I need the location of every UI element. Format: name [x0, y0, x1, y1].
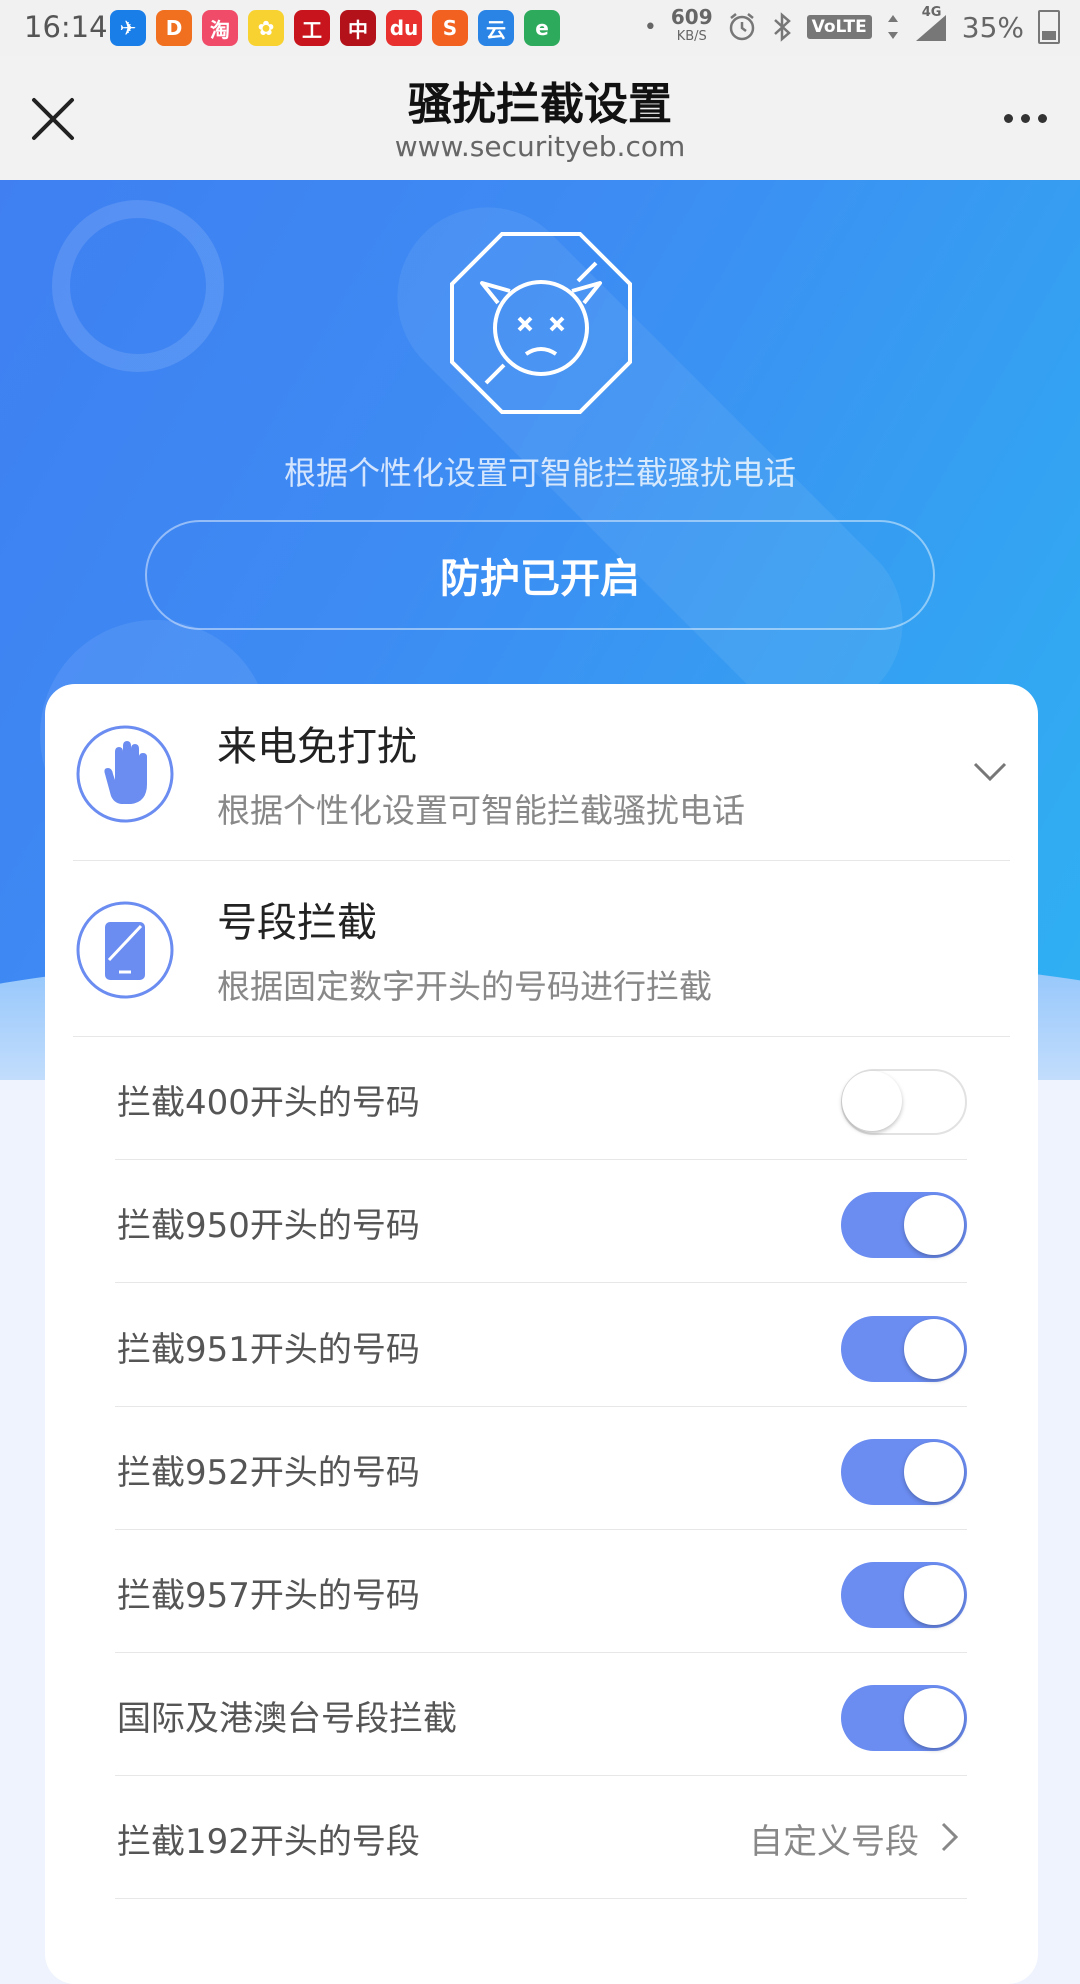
row-label: 拦截952开头的号码: [117, 1453, 420, 1493]
volte-badge: VoLTE: [806, 15, 872, 39]
status-time: 16:14: [24, 10, 108, 44]
row-label: 国际及港澳台号段拦截: [117, 1699, 457, 1739]
toggle-knob: [904, 1319, 964, 1379]
hero-description: 根据个性化设置可智能拦截骚扰电话: [283, 454, 796, 492]
network-type: 4G: [921, 5, 942, 20]
phone-block-icon: [76, 901, 174, 999]
custom-prefix-link: 自定义号段: [749, 1822, 919, 1862]
cloud-app-icon: 云: [478, 10, 514, 46]
toggle-switch[interactable]: [841, 1069, 967, 1135]
page-url: www.securityeb.com: [394, 130, 686, 163]
toggle-switch[interactable]: [841, 1316, 967, 1382]
page-title: 骚扰拦截设置: [408, 79, 672, 130]
section-description: 根据个性化设置可智能拦截骚扰电话: [217, 791, 745, 830]
data-arrows-icon: [887, 15, 898, 39]
stop-hand-icon: [76, 725, 174, 823]
toggle-switch[interactable]: [841, 1439, 967, 1505]
icbc-icon: 工: [294, 10, 330, 46]
more-button[interactable]: [990, 96, 1060, 140]
rabbit-app-icon: ✿: [248, 10, 284, 46]
net-speed-unit: KB/S: [676, 29, 707, 44]
title-bar: 骚扰拦截设置 www.securityeb.com: [0, 56, 1080, 180]
toggle-knob: [904, 1442, 964, 1502]
toggle-knob: [842, 1071, 902, 1131]
row-label: 拦截192开头的号段: [117, 1822, 420, 1862]
section-dnd[interactable]: 来电免打扰 根据个性化设置可智能拦截骚扰电话: [73, 684, 1010, 861]
toggle-switch[interactable]: [841, 1562, 967, 1628]
toggle-switch[interactable]: [841, 1192, 967, 1258]
chevron-down-icon[interactable]: [970, 754, 1010, 790]
status-right: • 609 KB/S VoLTE 4G 35%: [643, 5, 1060, 46]
section-title: 来电免打扰: [217, 724, 417, 770]
more-icon-dot: [1003, 113, 1013, 123]
section-prefix-block: 号段拦截 根据固定数字开头的号码进行拦截: [73, 860, 1010, 1037]
chevron-right-icon: [941, 1822, 959, 1852]
toggle-switch[interactable]: [841, 1685, 967, 1751]
toggle-knob: [904, 1195, 964, 1255]
toggle-knob: [904, 1688, 964, 1748]
toggle-knob: [904, 1565, 964, 1625]
protection-status-button[interactable]: 防护已开启: [145, 520, 935, 630]
baidu-map-icon: du: [386, 10, 422, 46]
settings-card: 来电免打扰 根据个性化设置可智能拦截骚扰电话 号段拦截 根据固定数字开头的号码进…: [45, 684, 1038, 1984]
didi-icon: D: [156, 10, 192, 46]
prefix-row-951: 拦截951开头的号码: [115, 1284, 967, 1407]
alarm-icon: [729, 13, 754, 41]
signal-icon: 4G: [914, 5, 948, 43]
more-icon-dot: [1020, 113, 1030, 123]
prefix-row-international: 国际及港澳台号段拦截: [115, 1653, 967, 1776]
prefix-row-950: 拦截950开头的号码: [115, 1160, 967, 1283]
sogou-icon: S: [432, 10, 468, 46]
net-speed-value: 609: [670, 5, 713, 29]
dot-icon: •: [643, 14, 657, 40]
row-label: 拦截950开头的号码: [117, 1206, 420, 1246]
custom-prefix-row[interactable]: 拦截192开头的号段 自定义号段: [115, 1776, 967, 1899]
section-description: 根据固定数字开头的号码进行拦截: [217, 967, 712, 1006]
battery-percent: 35%: [961, 10, 1024, 44]
boc-icon: 中: [340, 10, 376, 46]
prefix-row-952: 拦截952开头的号码: [115, 1407, 967, 1530]
feather-app-icon: ✈: [110, 10, 146, 46]
notification-icons: ✈ D 淘 ✿ 工中 du S 云 e: [110, 10, 560, 46]
row-label: 拦截400开头的号码: [117, 1083, 420, 1123]
decor-ring: [52, 200, 224, 372]
battery-icon: [1038, 10, 1060, 44]
prefix-row-400: 拦截400开头的号码: [115, 1037, 967, 1160]
net-speed: 609 KB/S: [670, 5, 713, 46]
section-title: 号段拦截: [217, 900, 377, 946]
edge-browser-icon: e: [524, 10, 560, 46]
prefix-row-957: 拦截957开头的号码: [115, 1530, 967, 1653]
more-icon-dot: [1037, 113, 1047, 123]
bluetooth-icon: [773, 12, 791, 42]
taobao-icon: 淘: [202, 10, 238, 46]
row-label: 拦截951开头的号码: [117, 1330, 420, 1370]
row-label: 拦截957开头的号码: [117, 1576, 420, 1616]
status-bar: 16:14 ✈ D 淘 ✿ 工中 du S 云 e • 609 KB/S VoLTE 4G 35%: [0, 0, 1080, 56]
blocked-devil-icon: [450, 232, 632, 414]
